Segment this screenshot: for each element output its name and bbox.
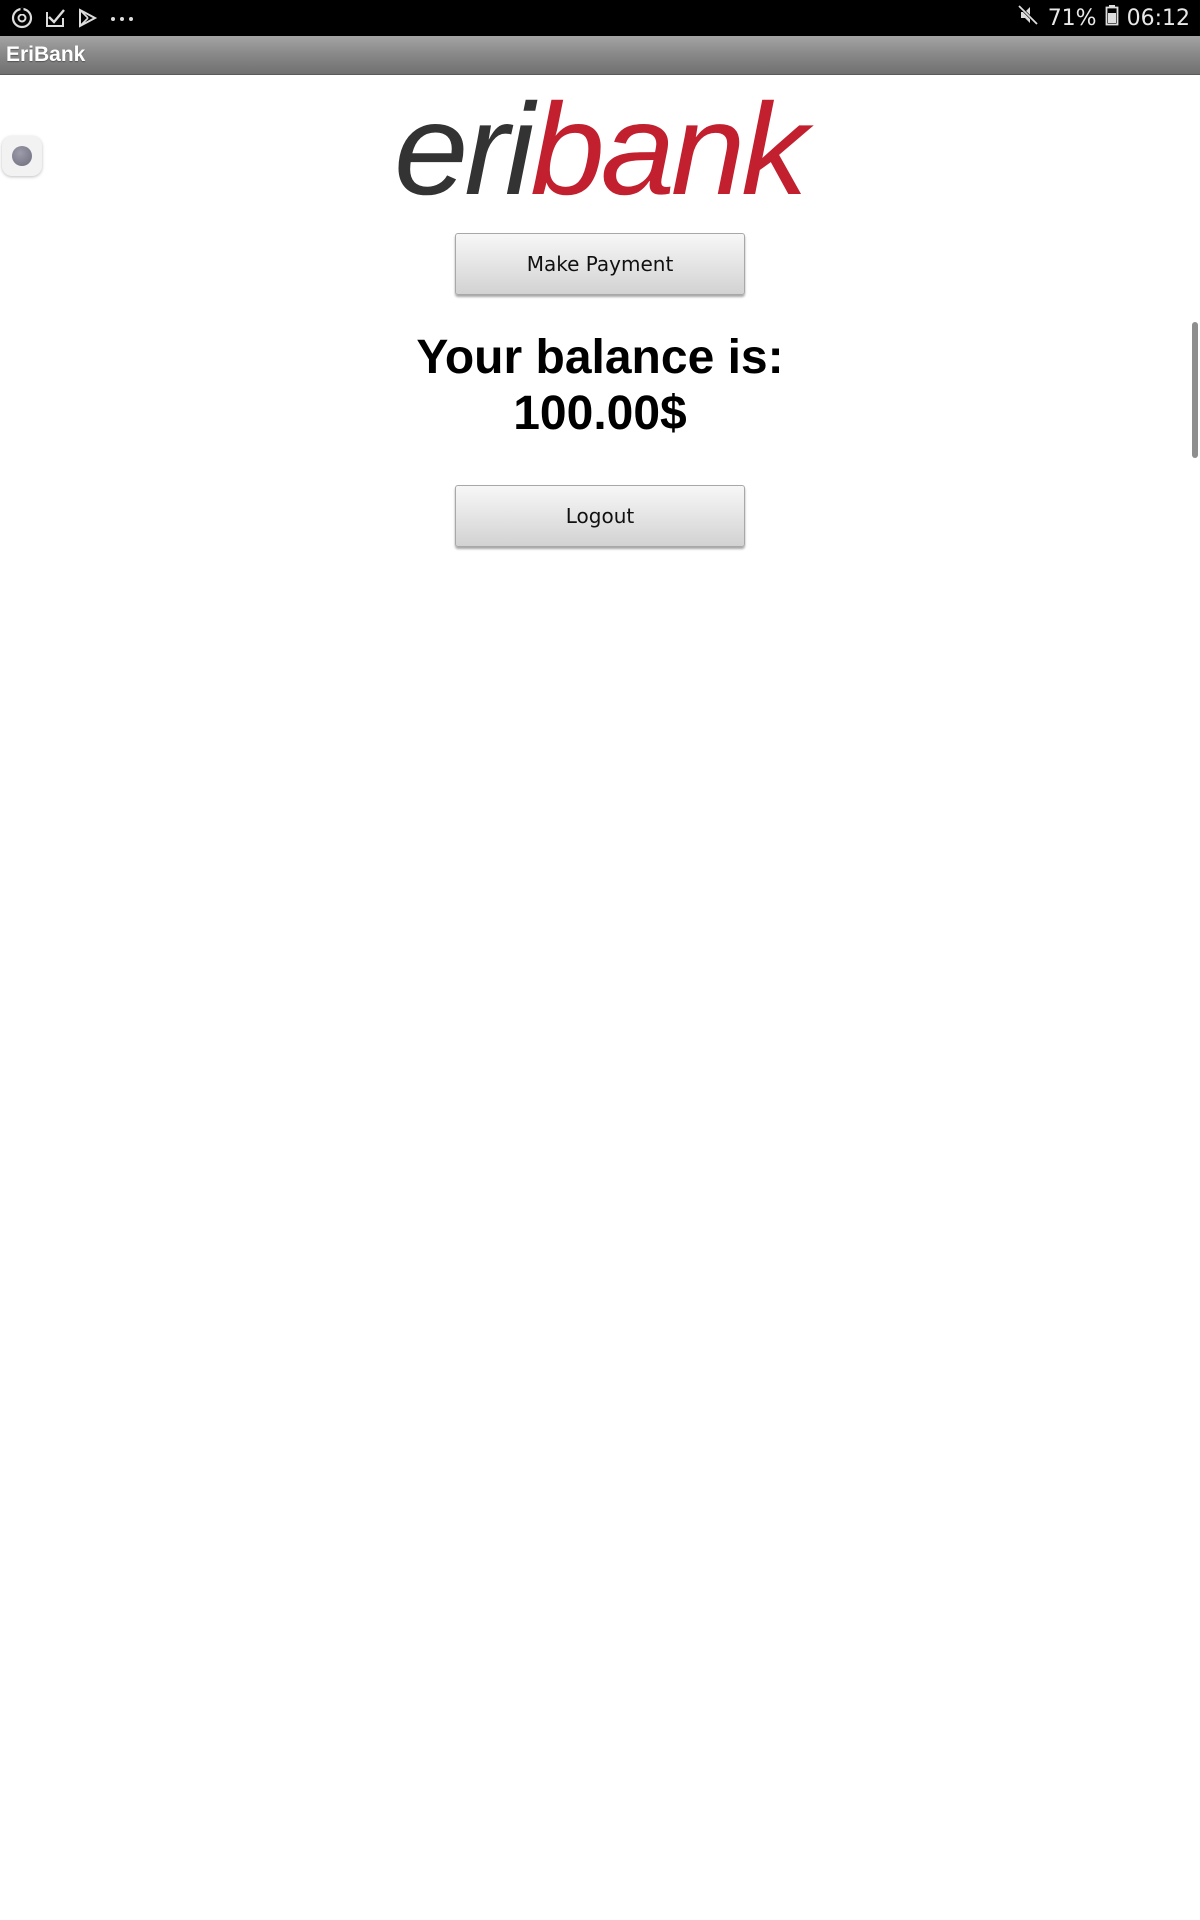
notification-icons — [10, 0, 136, 36]
balance-amount: 100.00$ — [513, 387, 687, 440]
mail-check-icon — [44, 7, 66, 29]
balance-display: Your balance is: 100.00$ — [300, 330, 900, 442]
app-title-bar: EriBank — [0, 36, 1200, 75]
status-bar: 71% 06:12 — [0, 0, 1200, 36]
app-title: EriBank — [6, 43, 86, 66]
more-dots-icon — [108, 7, 136, 29]
mute-icon — [1016, 3, 1040, 33]
balance-label: Your balance is: — [416, 331, 784, 384]
logo-text-red: bank — [530, 80, 814, 210]
make-payment-button[interactable]: Make Payment — [455, 233, 745, 295]
clock: 06:12 — [1126, 5, 1190, 31]
dot-icon — [12, 146, 32, 166]
battery-icon — [1105, 4, 1119, 32]
logout-button[interactable]: Logout — [455, 485, 745, 547]
system-status: 71% 06:12 — [1016, 0, 1190, 36]
sync-icon — [10, 6, 34, 30]
play-store-icon — [76, 7, 98, 29]
scrollbar[interactable] — [1192, 322, 1198, 458]
svg-text:eribank: eribank — [394, 80, 814, 210]
floating-overlay-button[interactable] — [2, 136, 42, 176]
eribank-logo: eribank — [394, 80, 814, 210]
battery-percent: 71% — [1047, 5, 1097, 31]
logo-text-dark: eri — [394, 80, 538, 210]
